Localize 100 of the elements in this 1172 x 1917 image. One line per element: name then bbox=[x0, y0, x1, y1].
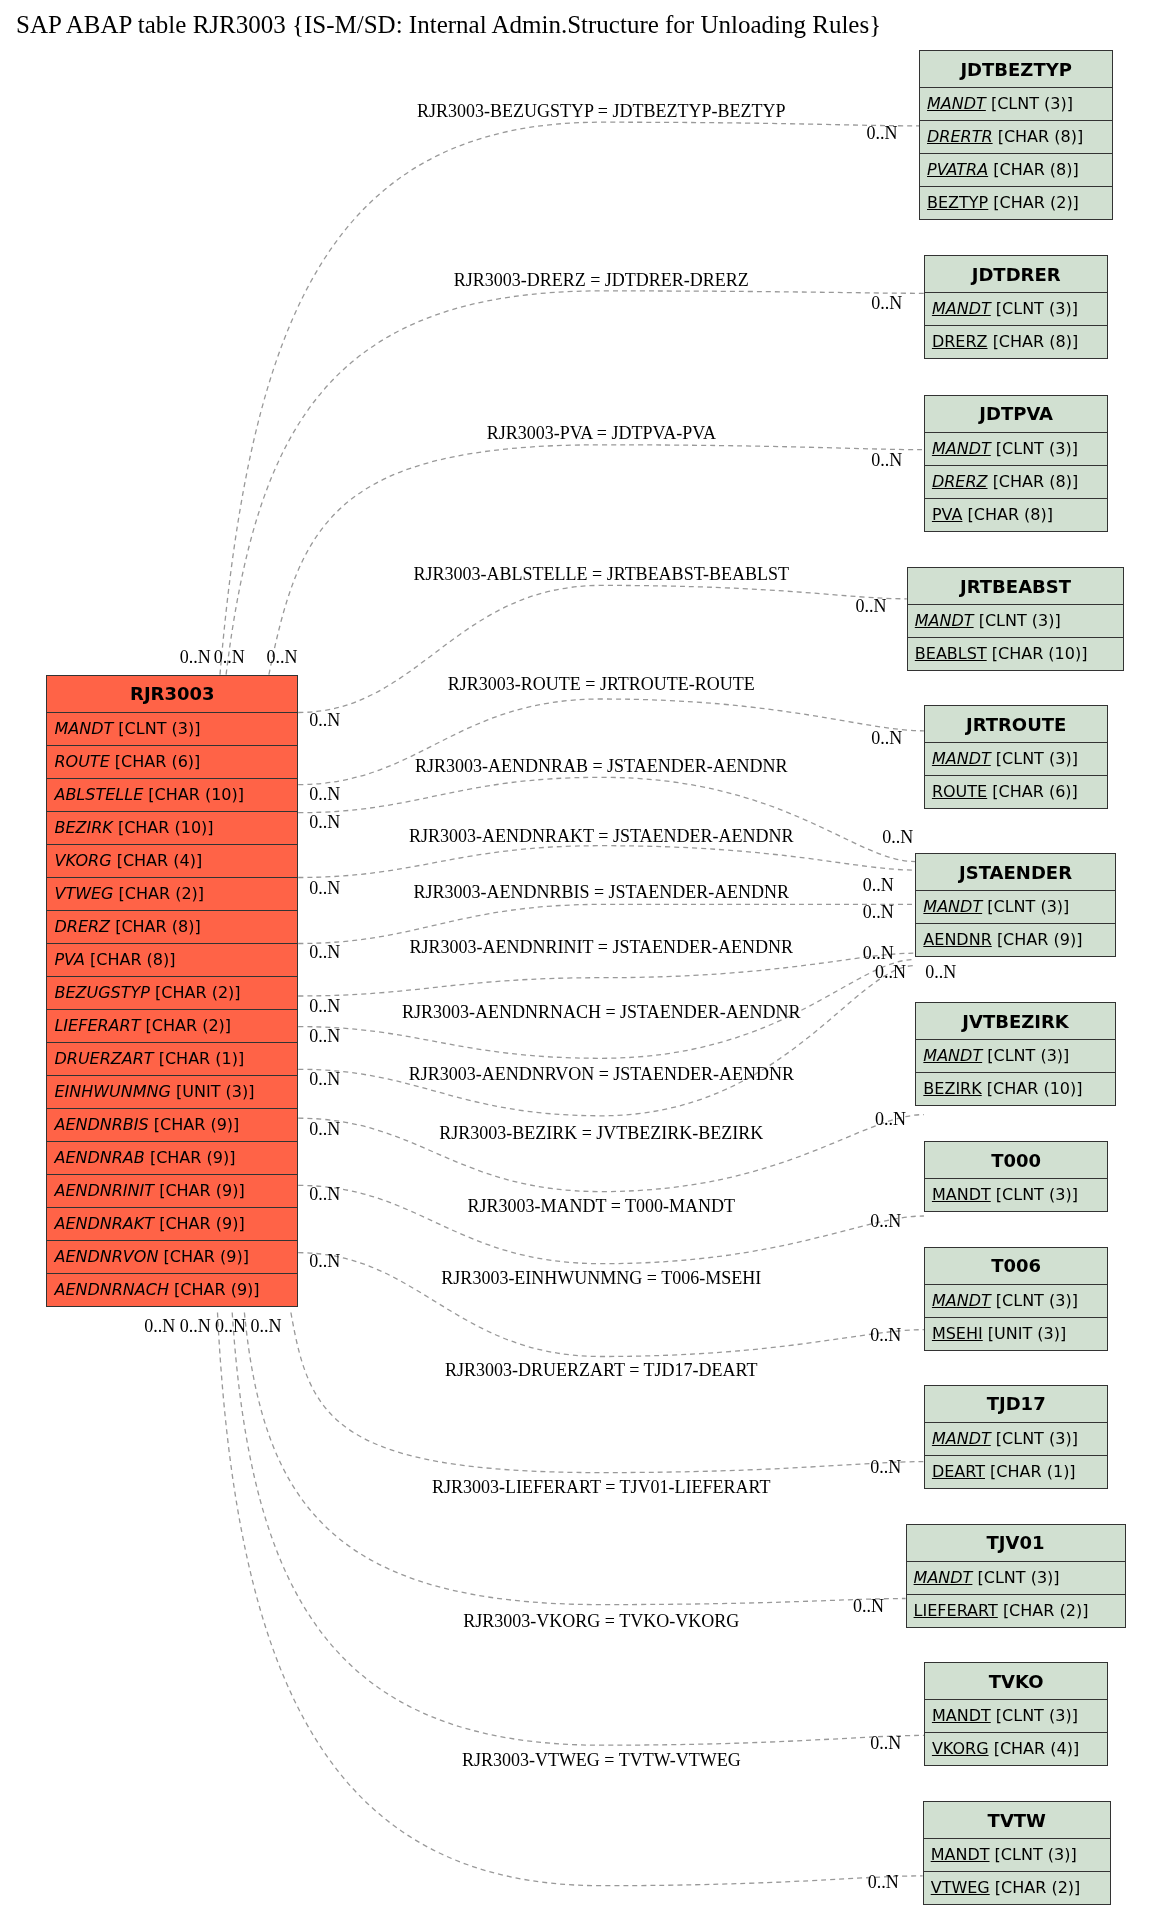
cardinality-label: 0..N bbox=[309, 1070, 341, 1089]
relation-label: RJR3003-AENDNRBIS = JSTAENDER-AENDNR bbox=[413, 883, 790, 902]
field-row: DEART [CHAR (1)] bbox=[924, 1454, 1108, 1488]
relation-label: RJR3003-MANDT = T000-MANDT bbox=[467, 1197, 735, 1216]
cardinality-label: 0..N bbox=[309, 943, 341, 961]
field-row: MANDT [CLNT (3)] bbox=[923, 1838, 1110, 1872]
cardinality-label: 0..N bbox=[309, 1252, 341, 1271]
field-row: LIEFERART [CHAR (2)] bbox=[906, 1593, 1125, 1627]
field-row: BEABLST [CHAR (10)] bbox=[907, 637, 1124, 671]
cardinality-label: 0..N bbox=[862, 944, 894, 963]
field-row: LIEFERART [CHAR (2)] bbox=[47, 1008, 298, 1042]
relation-label: RJR3003-AENDNRAKT = JSTAENDER-AENDNR bbox=[409, 826, 794, 845]
table-header: JSTAENDER bbox=[916, 854, 1115, 890]
cardinality-label: 0..N bbox=[871, 729, 903, 748]
cardinality-label: 0..N bbox=[309, 710, 341, 729]
cardinality-label: 0..N bbox=[179, 1317, 211, 1335]
relation-label: RJR3003-VKORG = TVKO-VKORG bbox=[463, 1611, 740, 1630]
field-row: DRERZ [CHAR (8)] bbox=[924, 325, 1108, 359]
field-row: DRERZ [CHAR (8)] bbox=[924, 464, 1108, 498]
cardinality-label: 0..N bbox=[871, 450, 903, 469]
field-row: VKORG [CHAR (4)] bbox=[47, 843, 298, 877]
field-row: DRUERZART [CHAR (1)] bbox=[47, 1041, 298, 1075]
cardinality-label: 0..N bbox=[266, 648, 298, 667]
table-header: TJV01 bbox=[906, 1524, 1125, 1561]
field-row: AENDNRVON [CHAR (9)] bbox=[47, 1239, 298, 1273]
cardinality-label: 0..N bbox=[309, 1027, 341, 1046]
relation-label: RJR3003-ROUTE = JRTROUTE-ROUTE bbox=[447, 675, 755, 694]
field-row: PVATRA [CHAR (8)] bbox=[920, 153, 1113, 187]
field-row: BEZIRK [CHAR (10)] bbox=[916, 1072, 1115, 1106]
relation-label: RJR3003-PVA = JDTPVA-PVA bbox=[486, 423, 716, 442]
table-header: T006 bbox=[924, 1247, 1108, 1284]
table-header: TVTW bbox=[923, 1802, 1110, 1839]
relation-label: RJR3003-DRERZ = JDTDRER-DRERZ bbox=[453, 270, 749, 289]
relation-label: RJR3003-DRUERZART = TJD17-DEART bbox=[445, 1360, 758, 1379]
field-row: AENDNRINIT [CHAR (9)] bbox=[47, 1173, 298, 1207]
relation-label: RJR3003-EINHWUNMNG = T006-MSEHI bbox=[441, 1269, 762, 1288]
cardinality-label: 0..N bbox=[862, 875, 894, 894]
field-row: PVA [CHAR (8)] bbox=[47, 942, 298, 976]
field-row: BEZIRK [CHAR (10)] bbox=[47, 810, 298, 844]
cardinality-label: 0..N bbox=[882, 828, 914, 847]
relation-label: RJR3003-BEZUGSTYP = JDTBEZTYP-BEZTYP bbox=[417, 102, 786, 121]
field-row: MANDT [CLNT (3)] bbox=[916, 890, 1115, 923]
table-header: RJR3003 bbox=[47, 675, 298, 712]
field-row: DRERZ [CHAR (8)] bbox=[47, 909, 298, 943]
diagram-title: SAP ABAP table RJR3003 {IS-M/SD: Internal Admin.Structure for Unloading Rules} bbox=[16, 10, 882, 40]
table-header: JVTBEZIRK bbox=[916, 1003, 1115, 1040]
cardinality-label: 0..N bbox=[144, 1317, 176, 1335]
cardinality-label: 0..N bbox=[867, 1873, 899, 1892]
field-row: ROUTE [CHAR (6)] bbox=[924, 775, 1108, 809]
relation-label: RJR3003-AENDNRNACH = JSTAENDER-AENDNR bbox=[401, 1002, 801, 1021]
field-row: MSEHI [UNIT (3)] bbox=[924, 1316, 1108, 1350]
field-row: MANDT [CLNT (3)] bbox=[924, 742, 1108, 776]
relation-label: RJR3003-VTWEG = TVTW-VTWEG bbox=[461, 1750, 741, 1769]
field-row: AENDNR [CHAR (9)] bbox=[916, 923, 1115, 956]
cardinality-label: 0..N bbox=[309, 813, 341, 832]
relation-label: RJR3003-AENDNRINIT = JSTAENDER-AENDNR bbox=[409, 938, 793, 957]
field-row: VTWEG [CHAR (2)] bbox=[47, 876, 298, 910]
cardinality-label: 0..N bbox=[870, 1457, 902, 1476]
relation-label: RJR3003-AENDNRVON = JSTAENDER-AENDNR bbox=[408, 1065, 794, 1084]
cardinality-label: 0..N bbox=[309, 996, 341, 1015]
cardinality-label: 0..N bbox=[925, 962, 957, 981]
field-row: MANDT [CLNT (3)] bbox=[920, 87, 1113, 121]
cardinality-label: 0..N bbox=[855, 597, 887, 616]
field-row: AENDNRBIS [CHAR (9)] bbox=[47, 1107, 298, 1141]
table-header: JRTBEABST bbox=[907, 568, 1124, 605]
field-row: MANDT [CLNT (3)] bbox=[924, 1699, 1108, 1733]
field-row: MANDT [CLNT (3)] bbox=[906, 1560, 1125, 1594]
relation-label: RJR3003-AENDNRAB = JSTAENDER-AENDNR bbox=[414, 757, 788, 776]
field-row: BEZUGSTYP [CHAR (2)] bbox=[47, 975, 298, 1009]
field-row: MANDT [CLNT (3)] bbox=[924, 292, 1108, 326]
table-header: TJD17 bbox=[924, 1385, 1108, 1422]
field-row: VKORG [CHAR (4)] bbox=[924, 1732, 1108, 1766]
field-row: BEZTYP [CHAR (2)] bbox=[920, 186, 1113, 220]
field-row: PVA [CHAR (8)] bbox=[924, 497, 1108, 531]
field-row: ROUTE [CHAR (6)] bbox=[47, 744, 298, 778]
table-header: JDTPVA bbox=[924, 395, 1108, 432]
cardinality-label: 0..N bbox=[875, 1110, 906, 1129]
table-header: JRTROUTE bbox=[924, 706, 1108, 743]
cardinality-label: 0..N bbox=[250, 1317, 282, 1335]
field-row: AENDNRNACH [CHAR (9)] bbox=[47, 1272, 298, 1306]
cardinality-label: 0..N bbox=[871, 294, 903, 313]
cardinality-label: 0..N bbox=[862, 902, 894, 921]
cardinality-label: 0..N bbox=[866, 124, 898, 143]
field-row: DRERTR [CHAR (8)] bbox=[920, 120, 1113, 154]
field-row: VTWEG [CHAR (2)] bbox=[923, 1871, 1110, 1905]
cardinality-label: 0..N bbox=[179, 648, 211, 667]
field-row: MANDT [CLNT (3)] bbox=[907, 604, 1124, 638]
field-row: MANDT [CLNT (3)] bbox=[924, 431, 1108, 465]
field-row: MANDT [CLNT (3)] bbox=[924, 1178, 1108, 1212]
cardinality-label: 0..N bbox=[875, 962, 906, 981]
cardinality-label: 0..N bbox=[309, 1185, 341, 1203]
field-row: ABLSTELLE [CHAR (10)] bbox=[47, 777, 298, 811]
cardinality-label: 0..N bbox=[870, 1733, 902, 1752]
field-row: MANDT [CLNT (3)] bbox=[924, 1283, 1108, 1317]
field-row: MANDT [CLNT (3)] bbox=[916, 1039, 1115, 1073]
table-header: JDTDRER bbox=[924, 256, 1108, 293]
cardinality-label: 0..N bbox=[309, 1120, 341, 1139]
relation-label: RJR3003-ABLSTELLE = JRTBEABST-BEABLST bbox=[413, 565, 789, 584]
table-header: T000 bbox=[924, 1142, 1108, 1179]
field-row: MANDT [CLNT (3)] bbox=[47, 711, 298, 745]
